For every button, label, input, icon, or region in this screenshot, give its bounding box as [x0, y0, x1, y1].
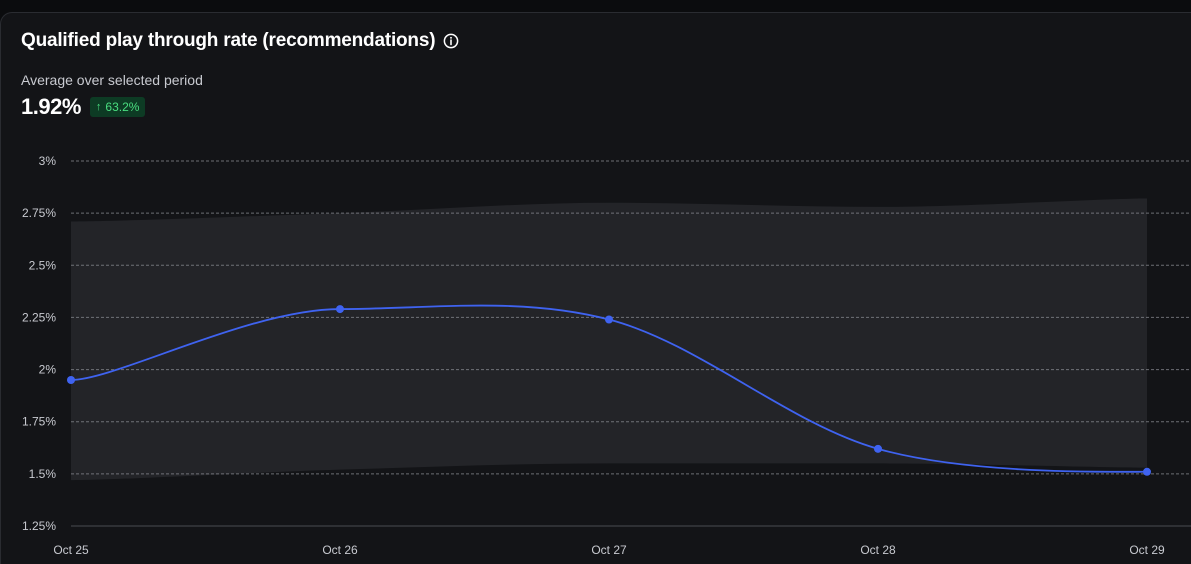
data-point: [874, 444, 882, 453]
y-tick-label: 1.25%: [22, 519, 56, 533]
y-tick-label: 3%: [39, 154, 57, 168]
x-tick-label: Oct 28: [860, 543, 896, 557]
x-tick-label: Oct 29: [1129, 543, 1165, 557]
data-point: [67, 376, 75, 384]
data-point: [1143, 467, 1151, 476]
y-tick-label: 2.75%: [22, 206, 56, 220]
y-tick-label: 2.25%: [22, 310, 56, 324]
line-chart: 3% 2.75% 2.5% 2.25% 2% 1.75% 1.5% 1.25% Oct 25 Oc…: [22, 154, 1191, 557]
confidence-band: [71, 198, 1147, 481]
data-point: [336, 305, 344, 314]
y-tick-label: 1.5%: [29, 467, 57, 481]
y-tick-label: 2%: [39, 363, 57, 377]
x-tick-label: Oct 25: [53, 543, 89, 557]
x-tick-label: Oct 26: [322, 543, 358, 557]
y-tick-label: 2.5%: [29, 258, 57, 272]
x-tick-label: Oct 27: [591, 543, 627, 557]
y-tick-label: 1.75%: [22, 415, 56, 429]
data-point: [605, 315, 613, 324]
